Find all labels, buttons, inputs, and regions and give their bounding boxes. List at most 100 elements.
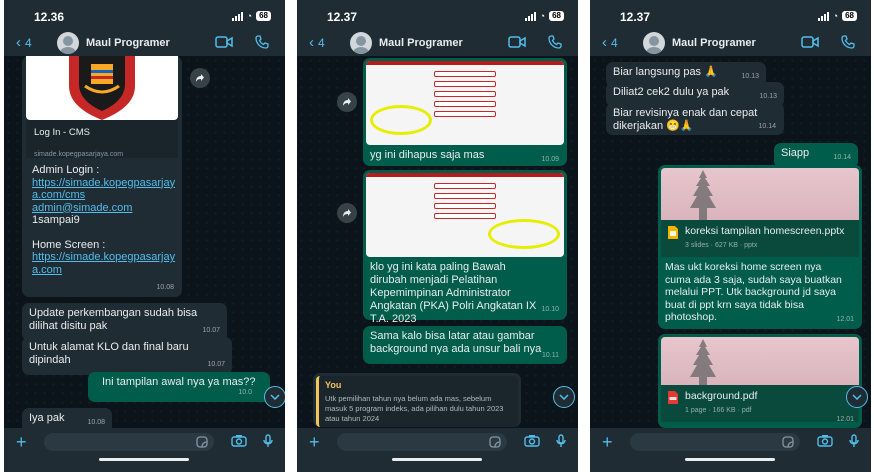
- quoted-text: Utk pemilihan tahun nya belum ada mas, s…: [325, 394, 504, 423]
- document-meta: 1 page · 166 KB · pdf: [685, 407, 752, 414]
- back-button[interactable]: ‹ 4: [309, 34, 325, 51]
- document-info[interactable]: background.pdf 1 page · 166 KB · pdf: [661, 385, 859, 422]
- message-text: Biar langsung pas 🙏: [613, 66, 718, 78]
- message-text: Iya pak: [29, 412, 65, 424]
- avatar[interactable]: [643, 32, 665, 54]
- plus-icon[interactable]: +: [309, 432, 320, 453]
- scroll-down-button[interactable]: [846, 386, 868, 408]
- wifi-icon: ◔: [539, 11, 546, 21]
- camera-icon[interactable]: [524, 434, 540, 447]
- status-time: 12.37: [327, 10, 358, 24]
- sticker-icon[interactable]: [196, 436, 208, 448]
- admin-login-title: Admin Login :: [32, 164, 100, 176]
- voice-call-icon[interactable]: [548, 35, 562, 49]
- forward-button[interactable]: [190, 68, 210, 88]
- microphone-icon[interactable]: [849, 434, 859, 448]
- battery-icon: 68: [842, 11, 857, 21]
- video-call-icon[interactable]: [801, 35, 819, 49]
- contact-name[interactable]: Maul Programer: [672, 37, 756, 49]
- camera-icon[interactable]: [231, 434, 247, 447]
- voice-call-icon[interactable]: [255, 35, 269, 49]
- message-time: 12.01: [836, 316, 854, 323]
- camera-icon[interactable]: [817, 434, 833, 447]
- signal-icon: [524, 11, 536, 21]
- message-bubble[interactable]: Untuk alamat KLO dan final baru dipindah…: [22, 337, 232, 375]
- message-input[interactable]: [337, 433, 507, 451]
- document-preview[interactable]: [661, 168, 859, 220]
- wifi-icon: ◔: [832, 11, 839, 21]
- logo-icon: [69, 56, 135, 120]
- status-bar: 12.37 ◔ 68: [297, 0, 578, 30]
- status-bar: 12.37 ◔ 68: [590, 0, 871, 30]
- message-bubble[interactable]: Update perkembangan sudah bisa dilihat d…: [22, 303, 227, 341]
- sticker-icon[interactable]: [782, 436, 794, 448]
- back-button[interactable]: ‹ 4: [16, 34, 32, 51]
- screenshot-image[interactable]: [366, 61, 564, 145]
- input-bar: +: [590, 428, 871, 472]
- input-bar: +: [297, 428, 578, 472]
- document-message[interactable]: koreksi tampilan homescreen.pptx 3 slide…: [658, 165, 862, 329]
- contact-name[interactable]: Maul Programer: [86, 37, 170, 49]
- admin-login-link[interactable]: https://simade.kopegpasarjaya.com/cms: [32, 177, 178, 202]
- quoted-message[interactable]: You Utk pemilihan tahun nya belum ada ma…: [316, 376, 518, 427]
- reply-message[interactable]: You Utk pemilihan tahun nya belum ada ma…: [313, 373, 521, 427]
- plus-icon[interactable]: +: [602, 432, 613, 453]
- forward-icon: [196, 74, 204, 82]
- message-text: Diliat2 cek2 dulu ya pak: [613, 86, 730, 98]
- sticker-icon[interactable]: [489, 436, 501, 448]
- link-preview-image[interactable]: [26, 56, 178, 120]
- image-message[interactable]: yg ini dihapus saja mas 10.09: [363, 58, 567, 166]
- pdf-file-icon: [668, 391, 678, 404]
- input-bar: +: [4, 428, 285, 472]
- message-time: 10.14: [758, 123, 776, 130]
- voice-call-icon[interactable]: [841, 35, 855, 49]
- forward-icon: [343, 209, 351, 217]
- home-indicator: [99, 458, 189, 461]
- document-info[interactable]: koreksi tampilan homescreen.pptx 3 slide…: [661, 220, 859, 257]
- document-preview[interactable]: [661, 337, 859, 385]
- admin-email-link[interactable]: admin@simade.com: [32, 202, 178, 215]
- plus-icon[interactable]: +: [16, 432, 27, 453]
- status-bar: 12.36 ◔ 68: [4, 0, 285, 30]
- home-screen-title: Home Screen :: [32, 238, 106, 251]
- document-message[interactable]: background.pdf 1 page · 166 KB · pdf 12.…: [658, 334, 862, 428]
- contact-name[interactable]: Maul Programer: [379, 37, 463, 49]
- message-bubble[interactable]: Ini tampilan awal nya ya mas?? 10.0: [88, 372, 270, 402]
- document-name: koreksi tampilan homescreen.pptx: [685, 225, 845, 237]
- forward-button[interactable]: [337, 203, 357, 223]
- message-input[interactable]: [44, 433, 214, 451]
- message-input[interactable]: [630, 433, 800, 451]
- forward-button[interactable]: [337, 92, 357, 112]
- link-preview-card[interactable]: Log In - CMS simade.kopegpasarjaya.com: [26, 120, 178, 158]
- message-bubble[interactable]: Biar revisinya enak dan cepat dikerjakan…: [606, 103, 784, 135]
- battery-icon: 68: [256, 11, 271, 21]
- chevron-down-icon: [852, 394, 862, 400]
- scroll-down-button[interactable]: [264, 386, 285, 408]
- chat-screen-3: 12.37 ◔ 68 ‹ 4 Maul Programer Biar langs…: [590, 0, 871, 472]
- message-time: 10.09: [541, 156, 559, 163]
- message-time: 10.13: [759, 93, 777, 100]
- back-button[interactable]: ‹ 4: [602, 34, 618, 51]
- unread-count: 4: [318, 35, 325, 50]
- microphone-icon[interactable]: [263, 434, 273, 448]
- image-message[interactable]: klo yg ini kata paling Bawah dirubah men…: [363, 170, 567, 325]
- message-text: Siapp: [781, 147, 810, 159]
- chevron-down-icon: [559, 394, 569, 400]
- video-call-icon[interactable]: [508, 35, 526, 49]
- signal-icon: [817, 11, 829, 21]
- admin-password-text: 1sampai9: [32, 214, 80, 226]
- message-text: Update perkembangan sudah bisa dilihat d…: [29, 307, 198, 332]
- message-bubble[interactable]: Sama kalo bisa latar atau gambar backgro…: [363, 326, 567, 364]
- bali-gate-icon: [690, 170, 716, 220]
- avatar[interactable]: [350, 32, 372, 54]
- message-time: 10.07: [207, 361, 225, 368]
- avatar[interactable]: [57, 32, 79, 54]
- pptx-file-icon: [668, 226, 678, 239]
- scroll-down-button[interactable]: [553, 386, 575, 408]
- video-call-icon[interactable]: [215, 35, 233, 49]
- screenshot-image[interactable]: [366, 173, 564, 257]
- home-screen-link[interactable]: https://simade.kopegpasarjaya.com: [32, 251, 178, 276]
- message-text: yg ini dihapus saja mas: [370, 149, 485, 161]
- link-message[interactable]: Log In - CMS simade.kopegpasarjaya.com A…: [22, 56, 182, 297]
- microphone-icon[interactable]: [556, 434, 566, 448]
